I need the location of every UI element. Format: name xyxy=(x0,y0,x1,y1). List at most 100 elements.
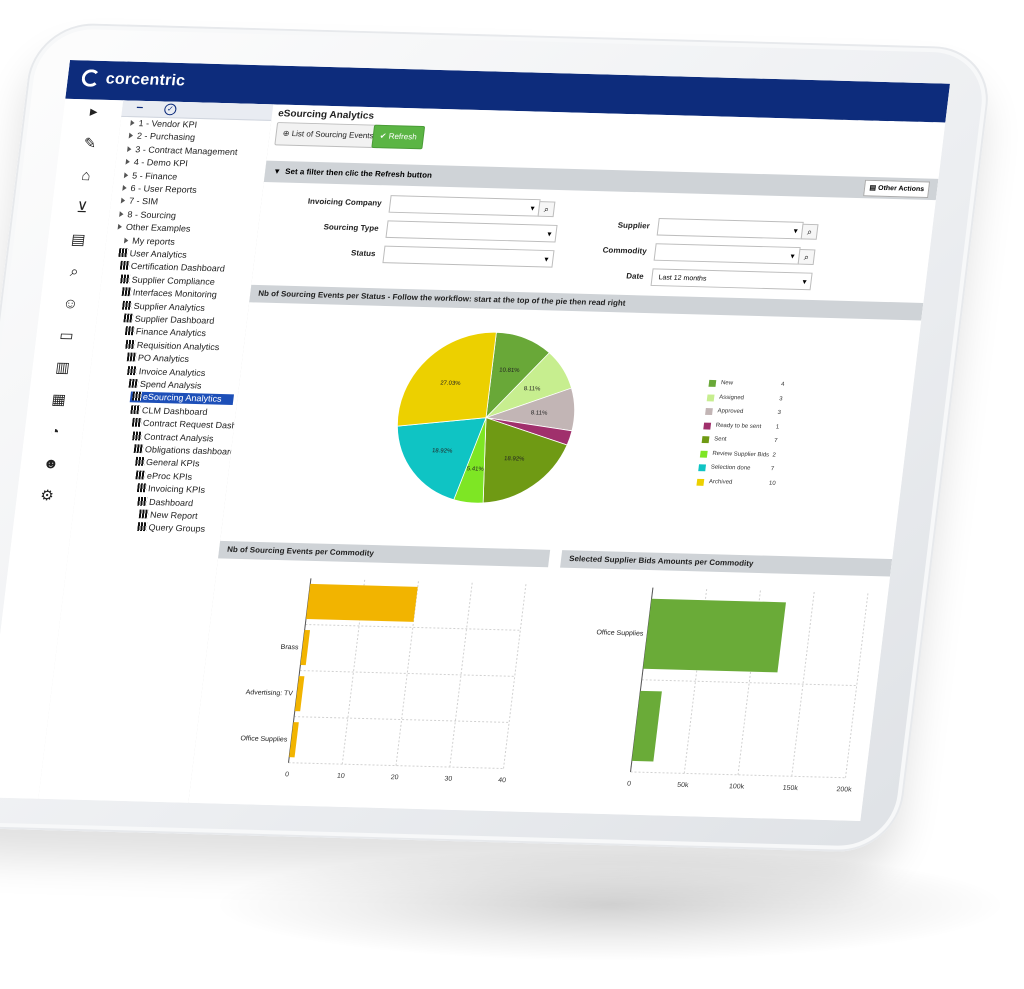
x-tick-label: 100k xyxy=(729,783,746,790)
tree-item-label: Contract Analysis xyxy=(143,431,215,444)
tree-item[interactable]: 5 - Finance xyxy=(123,170,178,182)
legend-swatch xyxy=(698,464,707,472)
pie-slice-label: 8.11% xyxy=(530,410,548,416)
tree-item[interactable]: Spend Analysis xyxy=(128,378,202,392)
sourcing-type-select[interactable]: ▾ xyxy=(385,220,558,243)
tree-item[interactable]: Invoicing KPIs xyxy=(136,483,206,496)
tree-item[interactable]: Supplier Dashboard xyxy=(123,313,215,327)
tree-item-label: Certification Dashboard xyxy=(130,261,226,274)
search-icon[interactable]: ⌕ xyxy=(537,201,556,218)
x-tick-label: 0 xyxy=(285,771,290,778)
tree-item[interactable]: 4 - Demo KPI xyxy=(125,157,188,169)
dashboard-icon[interactable]: ◔ xyxy=(46,423,64,440)
tree-item-label: 6 - User Reports xyxy=(130,183,198,195)
invoicing-company-select[interactable]: ▾ ⌕ xyxy=(388,195,556,218)
tree-item[interactable]: 2 - Purchasing xyxy=(128,131,196,143)
cart-icon[interactable]: ⊻ xyxy=(73,199,91,216)
users-icon[interactable]: ☺ xyxy=(62,295,80,312)
tree-item[interactable]: Certification Dashboard xyxy=(119,261,225,275)
tree-item[interactable]: 8 - Sourcing xyxy=(119,209,177,221)
brand-logo[interactable]: corcentric xyxy=(80,69,187,90)
tree-item[interactable]: 3 - Contract Management xyxy=(127,144,238,158)
search-icon[interactable]: ⌕ xyxy=(800,223,819,240)
tree-item[interactable]: PO Analytics xyxy=(126,352,190,365)
report-icon xyxy=(136,483,147,493)
home-icon[interactable]: ⌂ xyxy=(77,167,95,184)
tree-item[interactable]: Other Examples xyxy=(117,222,191,235)
tree-item-label: General KPIs xyxy=(145,457,201,469)
report-icon xyxy=(122,300,133,310)
report-icon xyxy=(121,287,132,297)
group-icon[interactable]: ☻ xyxy=(42,455,60,472)
pencil-icon[interactable]: ✎ xyxy=(81,135,99,152)
tree-item[interactable]: eProc KPIs xyxy=(135,470,193,482)
report-icon xyxy=(130,404,141,414)
settings-icon[interactable]: ⚙ xyxy=(38,487,56,504)
invoicing-company-label: Invoicing Company xyxy=(307,196,383,208)
tree-item[interactable]: Invoice Analytics xyxy=(127,365,206,379)
other-actions-button[interactable]: ▤ Other Actions xyxy=(863,179,931,199)
legend-swatch xyxy=(708,379,717,387)
tree-item[interactable]: CLM Dashboard xyxy=(130,404,208,418)
pie-slice-label: 18.92% xyxy=(504,456,526,462)
caret-right-icon xyxy=(123,237,129,244)
tree-item[interactable]: 6 - User Reports xyxy=(122,183,197,196)
legend-label: New xyxy=(720,380,734,387)
tree-item[interactable]: Contract Analysis xyxy=(132,431,214,444)
commodity-select[interactable]: ▾ ⌕ xyxy=(653,243,816,265)
legend-swatch xyxy=(705,408,713,416)
refresh-button[interactable]: ✔ Refresh xyxy=(371,124,426,150)
main-content: eSourcing Analytics ⊕ List of Sourcing E… xyxy=(188,104,946,821)
tree-item-label: eProc KPIs xyxy=(146,470,193,482)
x-tick-label: 10 xyxy=(336,773,345,780)
tree-item[interactable]: Dashboard xyxy=(137,496,194,508)
tree-item-label: Requisition Analytics xyxy=(136,339,221,352)
date-value: Last 12 months xyxy=(658,274,707,283)
tablet-device: corcentric ▸ ✎ ⌂ ⊻ ▤ ⌕ ☺ ▭ ▥ ▦ ◔ ☻ ⚙ – ✓ 1 - Vendor … xyxy=(0,22,995,854)
legend-label: Assigned xyxy=(718,394,745,401)
legend-swatch xyxy=(701,436,710,444)
tree-item[interactable]: My reports xyxy=(123,235,175,247)
grid-line xyxy=(845,593,869,778)
date-select[interactable]: Last 12 months ▾ xyxy=(650,268,813,291)
tree-item[interactable]: User Analytics xyxy=(118,248,187,261)
tree-item-label: PO Analytics xyxy=(137,353,190,365)
commodity-count-bar-chart: 0 10 20 30 40 Brass Advertising: TV Office Supp… xyxy=(240,578,527,784)
tree-item[interactable]: eSourcing Analytics xyxy=(129,391,235,406)
tree-item[interactable]: Obligations dashboard xyxy=(133,444,236,457)
report-icon xyxy=(127,365,138,375)
tree-item[interactable]: 1 - Vendor KPI xyxy=(130,118,198,130)
tree-item[interactable]: Supplier Analytics xyxy=(122,300,205,313)
tree-item[interactable]: New Report xyxy=(138,509,198,522)
tree-item[interactable]: Interfaces Monitoring xyxy=(121,287,217,300)
report-icon xyxy=(132,431,143,441)
chart-icon[interactable]: ▥ xyxy=(54,359,72,376)
tree-item[interactable]: Supplier Compliance xyxy=(120,274,215,287)
tree-item[interactable]: Requisition Analytics xyxy=(125,339,221,353)
legend-label: Ready to be sent xyxy=(715,422,762,430)
tree-item[interactable]: Query Groups xyxy=(137,522,206,535)
chevron-down-icon[interactable]: ▾ xyxy=(274,161,281,182)
list-sourcing-events-button[interactable]: ⊕ List of Sourcing Events xyxy=(274,122,382,149)
filter-bar[interactable]: ▾ Set a filter then clic the Refresh butt… xyxy=(263,160,939,201)
tree-item[interactable]: 7 - SIM xyxy=(120,196,159,208)
report-icon xyxy=(125,339,136,349)
page-title: eSourcing Analytics xyxy=(277,108,375,122)
add-widget-icon[interactable]: ▦ xyxy=(50,391,68,408)
tree-item-label: Other Examples xyxy=(125,222,192,234)
search-icon[interactable]: ⌕ xyxy=(65,263,83,280)
expand-icon[interactable]: ▸ xyxy=(85,103,103,120)
chevron-down-icon: ▾ xyxy=(543,254,549,264)
caret-right-icon xyxy=(125,159,131,165)
documents-icon[interactable]: ▤ xyxy=(69,231,87,248)
legend-value: 7 xyxy=(770,466,775,473)
status-select[interactable]: ▾ xyxy=(382,245,555,268)
check-circle-icon[interactable]: ✓ xyxy=(163,103,178,116)
x-tick-label: 50k xyxy=(677,782,690,789)
tree-item[interactable]: Finance Analytics xyxy=(124,326,206,340)
invoice-icon[interactable]: ▭ xyxy=(58,327,76,344)
search-icon[interactable]: ⌕ xyxy=(797,249,816,265)
tree-item[interactable]: General KPIs xyxy=(134,457,200,469)
collapse-all-icon[interactable]: – xyxy=(136,100,147,114)
supplier-select[interactable]: ▾ ⌕ xyxy=(656,217,819,240)
